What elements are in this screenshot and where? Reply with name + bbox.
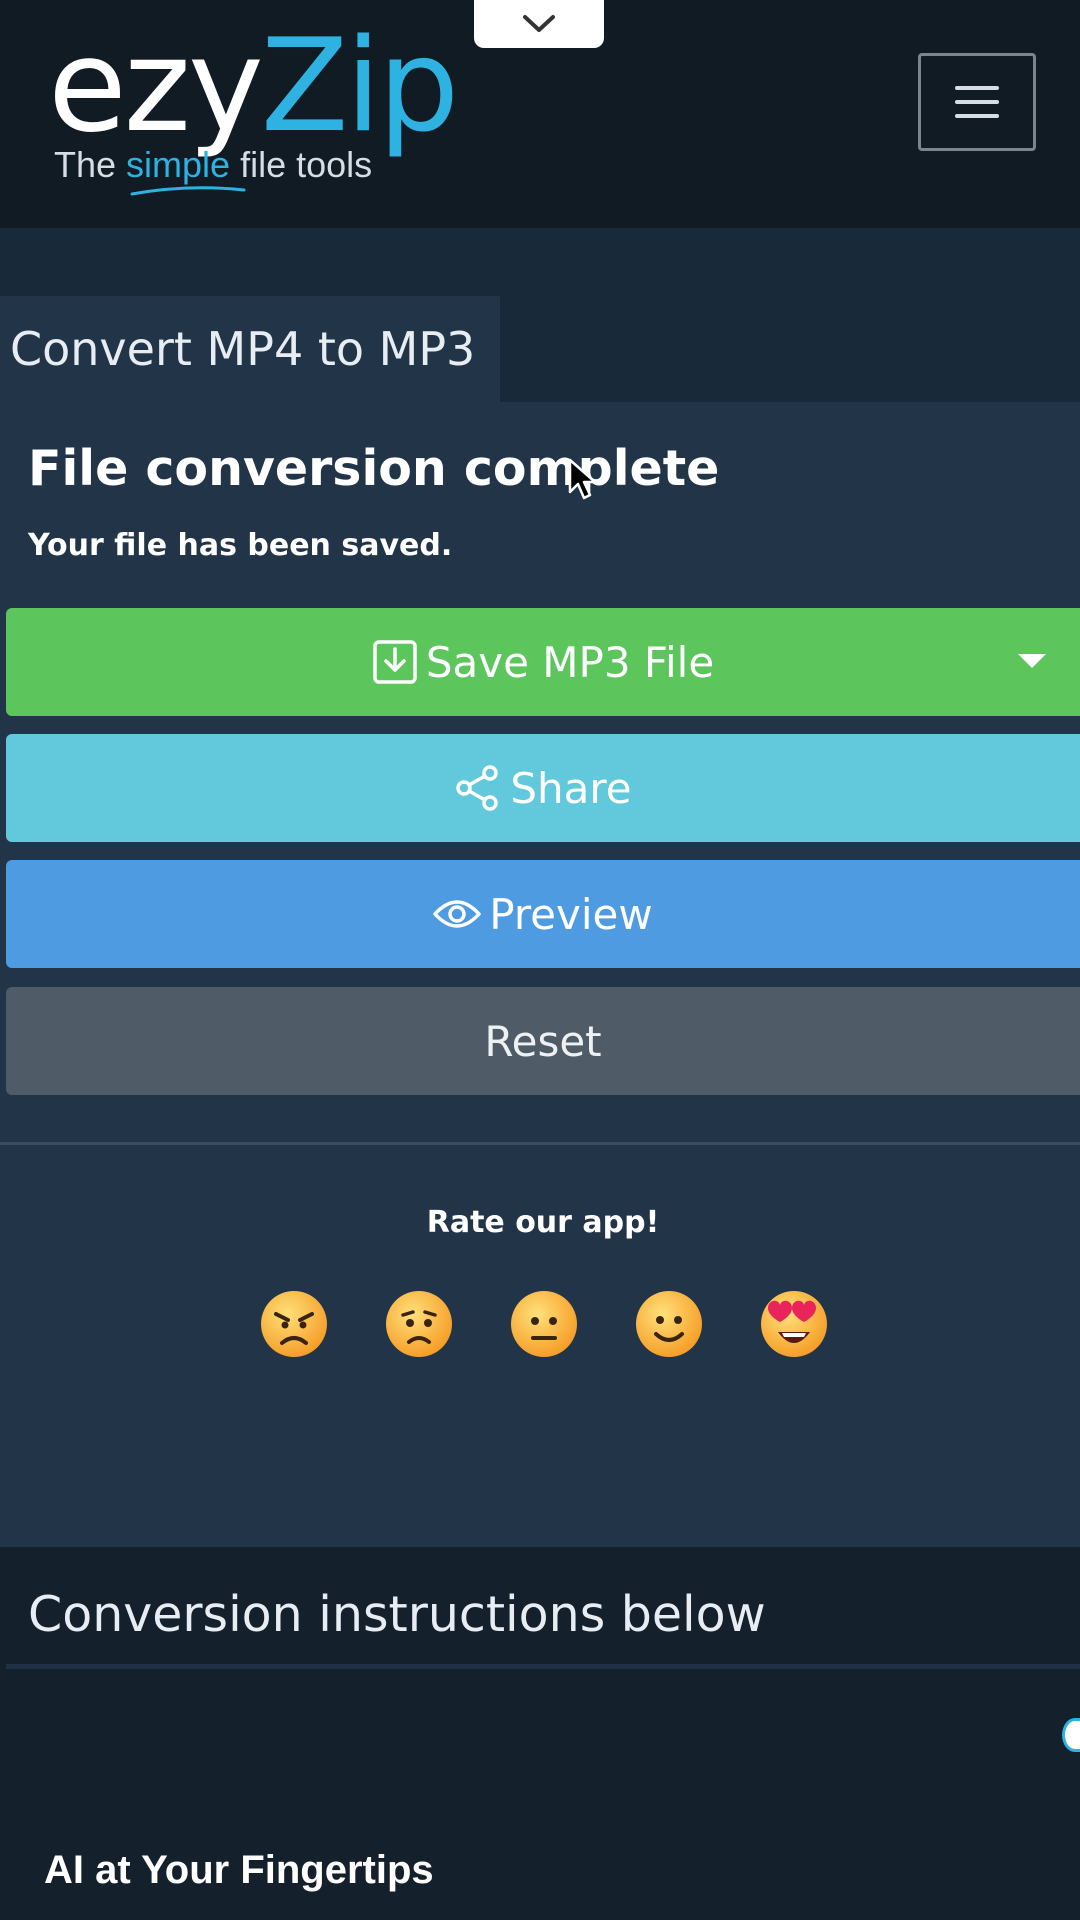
tab-label: Convert MP4 to MP3 <box>10 322 476 376</box>
sad-face-icon[interactable] <box>383 1288 455 1360</box>
section-divider <box>0 1142 1080 1145</box>
conversion-panel <box>0 402 1080 1547</box>
share-label: Share <box>510 763 632 813</box>
save-mp3-label: Save MP3 File <box>425 637 715 687</box>
ad-info-icon[interactable] <box>1062 1718 1080 1752</box>
pull-tab-button[interactable] <box>474 0 604 48</box>
site-header: ezyZip The simple file tools <box>0 0 1080 228</box>
instructions-underline <box>6 1664 1080 1669</box>
eye-icon <box>433 896 481 932</box>
download-icon <box>372 639 418 685</box>
result-subtitle: Your file has been saved. <box>28 528 453 563</box>
tagline-highlight: simple <box>126 144 231 185</box>
neutral-face-icon[interactable] <box>508 1288 580 1360</box>
page: ezyZip The simple file tools Convert MP4… <box>0 0 1080 1920</box>
angry-face-icon[interactable] <box>258 1288 330 1360</box>
reset-button[interactable]: Reset <box>6 987 1080 1095</box>
save-mp3-button[interactable]: Save MP3 File <box>6 608 1080 716</box>
rate-app-label: Rate our app! <box>426 1205 660 1240</box>
instructions-heading: Conversion instructions below <box>28 1586 766 1643</box>
smiling-face-icon[interactable] <box>633 1288 705 1360</box>
mouse-cursor-icon <box>568 458 597 500</box>
save-options-caret-icon[interactable] <box>1018 654 1046 670</box>
hamburger-menu-icon <box>955 86 999 118</box>
menu-toggle-button[interactable] <box>918 53 1036 151</box>
ad-title[interactable]: AI at Your Fingertips <box>44 1848 434 1893</box>
tagline-before: The <box>54 144 127 185</box>
tagline-underline-swoosh <box>130 186 246 196</box>
tagline-after: file tools <box>230 144 373 185</box>
result-title: File conversion complete <box>28 440 720 497</box>
tab-convert-mp4-to-mp3[interactable]: Convert MP4 to MP3 <box>0 296 500 402</box>
logo-wordmark-ezy: ezy <box>48 12 264 161</box>
heart-eyes-face-icon[interactable] <box>758 1288 830 1360</box>
preview-button[interactable]: Preview <box>6 860 1080 968</box>
logo-wordmark-zip: Zip <box>260 12 459 161</box>
share-button[interactable]: Share <box>6 734 1080 842</box>
share-icon <box>454 764 502 812</box>
ezyzip-logo[interactable]: ezyZip The simple file tools <box>48 12 459 202</box>
reset-label: Reset <box>484 1016 602 1066</box>
preview-label: Preview <box>489 889 653 939</box>
chevron-down-icon <box>523 15 555 32</box>
